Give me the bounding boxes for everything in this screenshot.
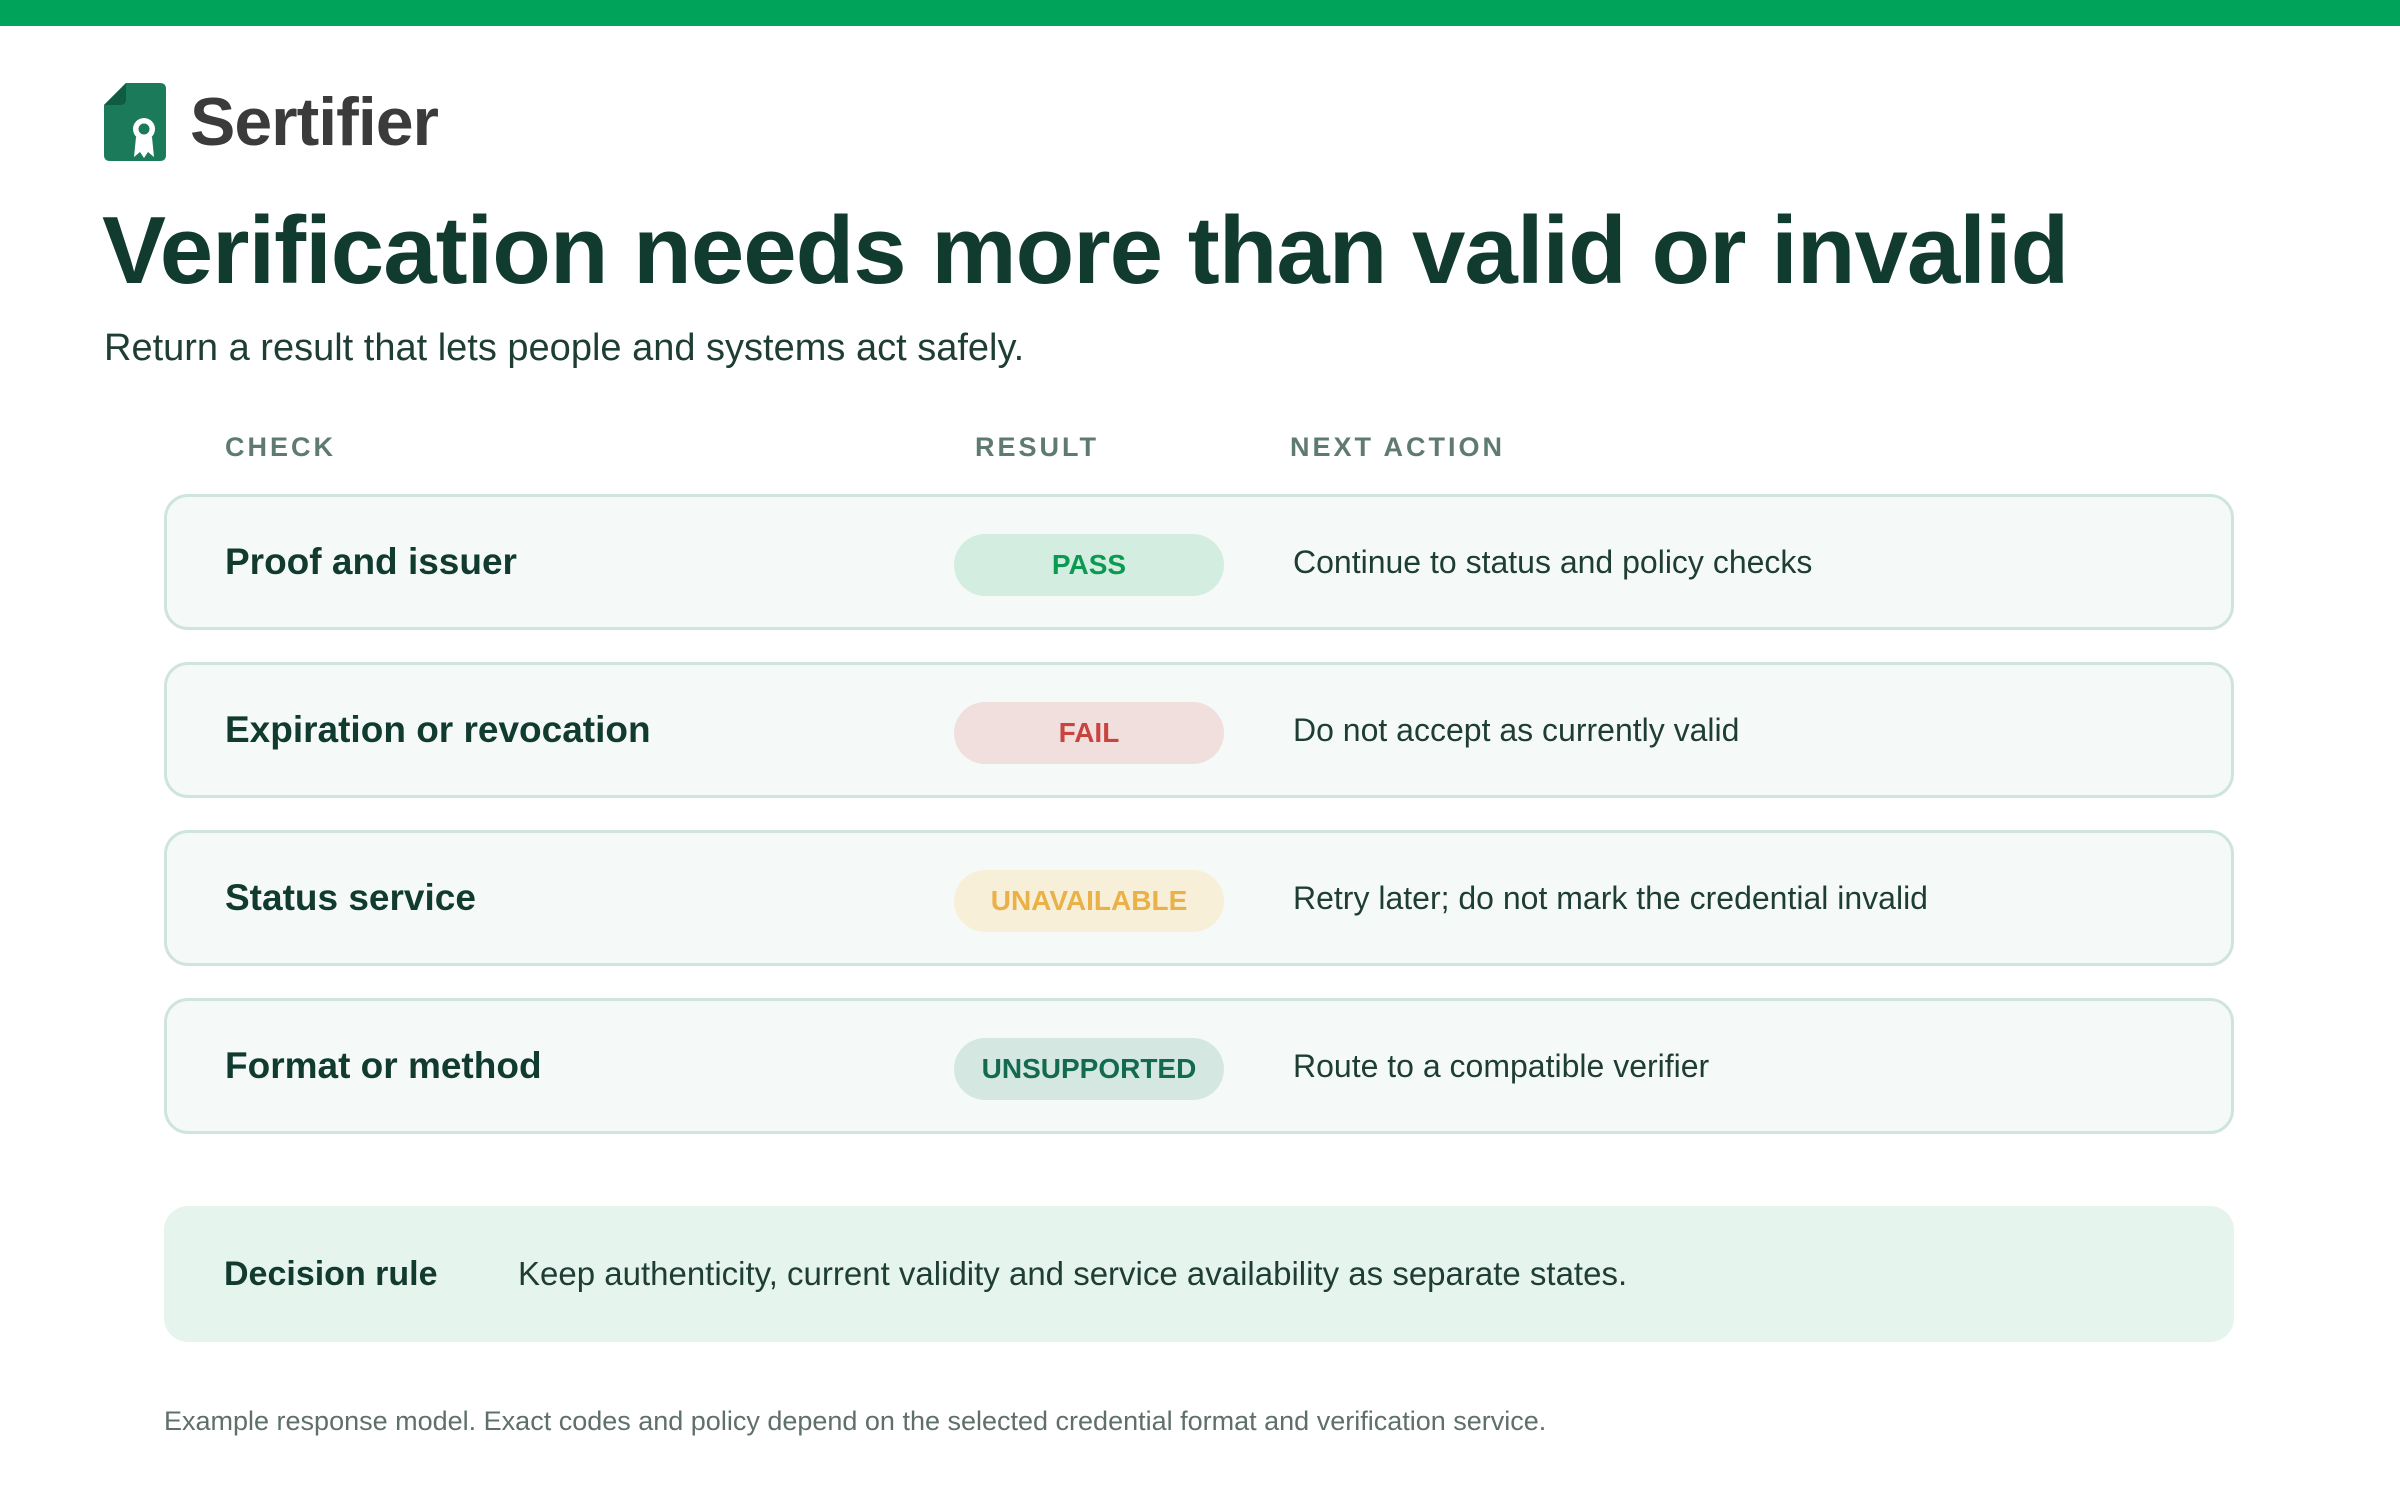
check-row: Expiration or revocation FAIL Do not acc… [164, 662, 2234, 798]
footnote: Example response model. Exact codes and … [164, 1406, 1547, 1436]
check-row: Status service UNAVAILABLE Retry later; … [164, 830, 2234, 966]
brand: Sertifier [104, 82, 439, 162]
next-action-text: Continue to status and policy checks [1293, 543, 1813, 580]
next-action-text: Do not accept as currently valid [1293, 711, 1740, 748]
check-row: Format or method UNSUPPORTED Route to a … [164, 998, 2234, 1134]
decision-rule-panel: Decision rule Keep authenticity, current… [164, 1206, 2234, 1342]
check-label: Format or method [225, 1045, 542, 1086]
next-action-text: Retry later; do not mark the credential … [1293, 879, 1928, 916]
check-row: Proof and issuer PASS Continue to status… [164, 494, 2234, 630]
result-badge-unavailable: UNAVAILABLE [954, 870, 1224, 932]
result-badge-pass: PASS [954, 534, 1224, 596]
column-header-result: RESULT [975, 432, 1099, 462]
check-label: Status service [225, 877, 476, 918]
check-label: Expiration or revocation [225, 709, 651, 750]
decision-rule-label: Decision rule [224, 1254, 438, 1293]
column-header-check: CHECK [225, 432, 337, 462]
page-subtitle: Return a result that lets people and sys… [104, 327, 1025, 369]
brand-name: Sertifier [190, 84, 439, 160]
result-badge-unsupported: UNSUPPORTED [954, 1038, 1224, 1100]
next-action-text: Route to a compatible verifier [1293, 1047, 1710, 1084]
decision-rule-text: Keep authenticity, current validity and … [518, 1255, 1628, 1292]
column-header-next-action: NEXT ACTION [1290, 432, 1505, 462]
page-title: Verification needs more than valid or in… [102, 197, 2069, 304]
certificate-logo-icon [104, 83, 166, 161]
top-accent-bar [0, 0, 2400, 26]
check-label: Proof and issuer [225, 541, 517, 582]
result-badge-fail: FAIL [954, 702, 1224, 764]
